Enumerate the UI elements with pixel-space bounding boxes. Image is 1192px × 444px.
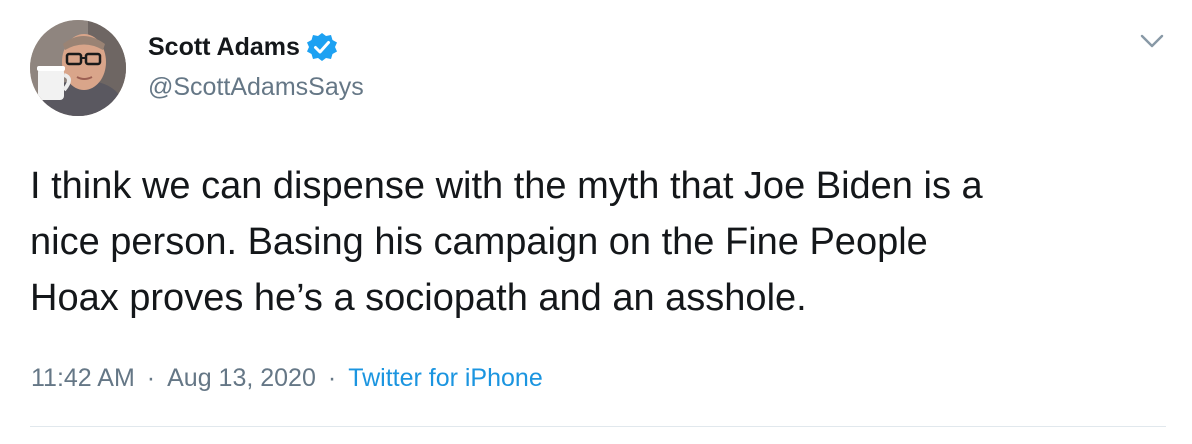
tweet-time[interactable]: 11:42 AM [31,364,135,392]
tweet-card: Scott Adams @ScottAdamsSays I think we c… [0,0,1192,444]
divider [30,426,1166,427]
author-name-row[interactable]: Scott Adams [148,30,338,64]
tweet-date[interactable]: Aug 13, 2020 [167,364,316,392]
meta-separator: · [327,364,337,392]
avatar[interactable] [30,20,126,116]
chevron-down-icon[interactable] [1138,29,1166,53]
author-display-name[interactable]: Scott Adams [148,30,300,64]
verified-badge-icon [306,33,337,61]
profile-photo-icon [30,20,126,116]
meta-separator: · [146,364,156,392]
author-handle[interactable]: @ScottAdamsSays [148,70,364,104]
tweet-text: I think we can dispense with the myth th… [30,165,983,319]
tweet-metadata: 11:42 AM · Aug 13, 2020 · Twitter for iPhone [31,360,543,396]
tweet-source-link[interactable]: Twitter for iPhone [348,364,543,392]
